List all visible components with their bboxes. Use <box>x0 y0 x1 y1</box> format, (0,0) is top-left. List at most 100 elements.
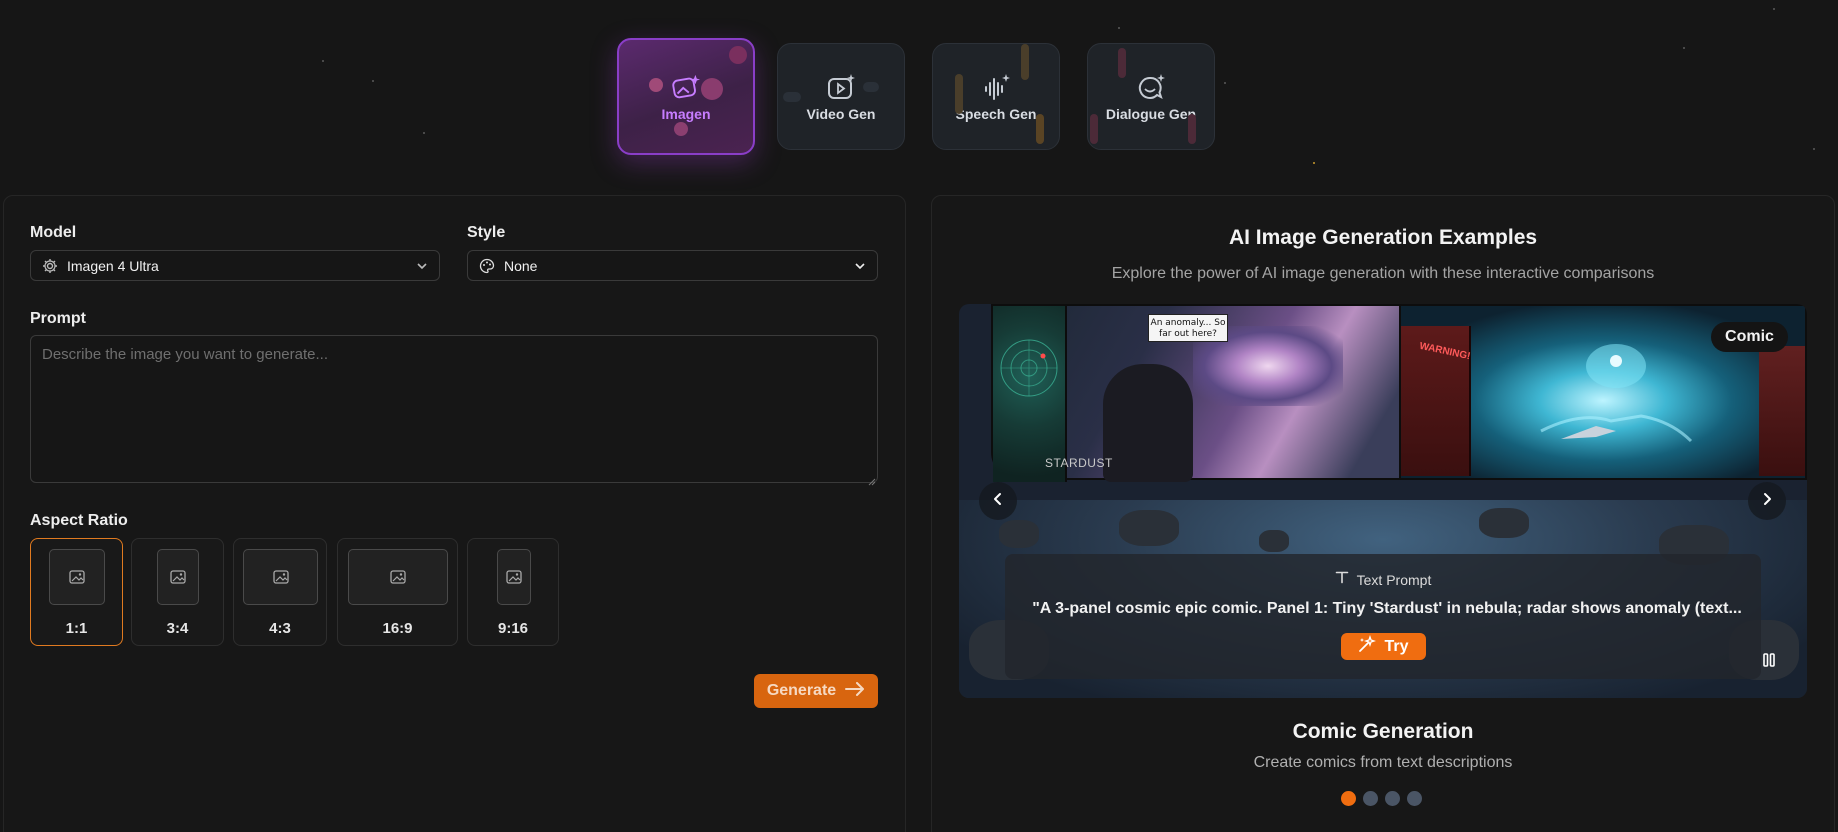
text-type-icon <box>1335 570 1349 589</box>
aspect-ratio-3-4[interactable]: 3:4 <box>131 538 224 646</box>
model-label: Model <box>30 224 77 241</box>
tab-label: Dialogue Gen <box>1105 105 1197 122</box>
aspect-ratio-1-1[interactable]: 1:1 <box>30 538 123 646</box>
text-prompt-card: Text Prompt "A 3-panel cosmic epic comic… <box>1005 554 1761 679</box>
glow-decoration <box>649 78 663 92</box>
glow-decoration <box>1021 44 1029 80</box>
prompt-input[interactable] <box>30 335 878 483</box>
audio-wave-sparkle-icon <box>981 72 1011 102</box>
glow-decoration <box>863 82 879 92</box>
asteroid <box>1479 508 1529 538</box>
aspect-ratio-label-text: 1:1 <box>65 620 88 637</box>
resize-grip-icon[interactable] <box>868 473 876 486</box>
try-label: Try <box>1384 637 1409 655</box>
slide-subtitle: Create comics from text descriptions <box>1253 754 1513 771</box>
prompt-card-header: Text Prompt <box>1005 570 1761 589</box>
model-select[interactable]: Imagen 4 Ultra <box>30 250 440 281</box>
image-placeholder-icon <box>157 549 199 605</box>
generate-button[interactable]: Generate <box>754 674 878 708</box>
example-prompt-text: "A 3-panel cosmic epic comic. Panel 1: T… <box>1032 600 1742 617</box>
creature-illustration <box>1540 344 1693 443</box>
image-placeholder-icon <box>49 549 105 605</box>
star-decoration <box>1773 8 1775 10</box>
prompt-card-heading: Text Prompt <box>1356 571 1432 588</box>
glow-decoration <box>1118 48 1126 78</box>
tab-label: Imagen <box>661 105 711 122</box>
speech-bubble: An anomaly... So far out here? <box>1148 314 1228 342</box>
aspect-ratio-label-text: 16:9 <box>382 620 413 637</box>
aspect-ratio-label-text: 3:4 <box>166 620 189 637</box>
prompt-label: Prompt <box>30 310 86 327</box>
glow-decoration <box>783 92 801 102</box>
sparkle-wand-icon <box>1358 634 1377 658</box>
pause-button[interactable] <box>1757 652 1781 672</box>
chevron-down-icon <box>853 259 867 273</box>
aspect-ratio-9-16[interactable]: 9:16 <box>467 538 559 646</box>
glow-decoration <box>674 122 688 136</box>
generate-label: Generate <box>766 682 837 699</box>
aspect-ratio-4-3[interactable]: 4:3 <box>233 538 327 646</box>
image-placeholder-icon <box>243 549 318 605</box>
pagination-dot[interactable] <box>1341 791 1356 806</box>
glow-decoration <box>1090 114 1098 144</box>
carousel-next-button[interactable] <box>1748 482 1786 520</box>
tab-speech-gen[interactable]: Speech Gen <box>932 43 1060 150</box>
chevron-down-icon <box>415 259 429 273</box>
style-value: None <box>504 257 538 274</box>
asteroid <box>1259 530 1289 552</box>
generation-form-panel <box>3 195 906 832</box>
try-button[interactable]: Try <box>1341 633 1426 660</box>
image-placeholder-icon <box>497 549 531 605</box>
examples-subtitle: Explore the power of AI image generation… <box>1111 265 1655 282</box>
aspect-ratio-label: Aspect Ratio <box>30 512 128 529</box>
style-label: Style <box>467 224 506 241</box>
tab-video-gen[interactable]: Video Gen <box>777 43 905 150</box>
tab-label: Video Gen <box>806 105 876 122</box>
glow-decoration <box>701 78 723 100</box>
star-decoration <box>423 132 425 134</box>
arrow-right-icon <box>845 681 865 701</box>
carousel-prev-button[interactable] <box>979 482 1017 520</box>
category-badge: Comic <box>1711 322 1788 352</box>
pilot-silhouette <box>1103 364 1193 482</box>
star-decoration <box>1313 162 1315 164</box>
chat-sparkle-icon <box>1136 72 1166 102</box>
star-decoration <box>372 80 374 82</box>
star-decoration <box>322 60 324 62</box>
pagination-dot[interactable] <box>1407 791 1422 806</box>
star-decoration <box>1118 27 1120 29</box>
examples-title: AI Image Generation Examples <box>1228 226 1538 249</box>
video-sparkle-icon <box>826 72 856 102</box>
glow-decoration <box>729 46 747 64</box>
star-decoration <box>1224 82 1226 84</box>
pagination-dot[interactable] <box>1385 791 1400 806</box>
comic-panel-1: An anomaly... So far out here? STARDUST <box>991 304 1401 482</box>
slide-title: Comic Generation <box>1292 720 1474 743</box>
aspect-ratio-label-text: 9:16 <box>497 620 529 637</box>
image-placeholder-icon <box>348 549 448 605</box>
carousel-pagination <box>1341 791 1422 806</box>
image-sparkle-icon <box>671 72 701 102</box>
pagination-dot[interactable] <box>1363 791 1378 806</box>
aspect-ratio-16-9[interactable]: 16:9 <box>337 538 458 646</box>
aspect-ratio-label-text: 4:3 <box>269 620 291 637</box>
style-select[interactable]: None <box>467 250 878 281</box>
glow-decoration <box>955 74 963 114</box>
model-value: Imagen 4 Ultra <box>67 257 159 274</box>
star-decoration <box>1683 47 1685 49</box>
glow-decoration <box>1036 114 1044 144</box>
pause-icon <box>1762 652 1776 673</box>
ship-name-text: STARDUST <box>1045 456 1113 470</box>
warning-console <box>1759 346 1805 476</box>
asteroid <box>1119 510 1179 546</box>
chevron-left-icon <box>992 492 1004 511</box>
tab-imagen[interactable]: Imagen <box>617 38 755 155</box>
asteroid <box>999 520 1039 548</box>
tab-dialogue-gen[interactable]: Dialogue Gen <box>1087 43 1215 150</box>
gear-icon <box>41 257 59 275</box>
palette-icon <box>478 257 496 275</box>
tab-label: Speech Gen <box>955 105 1037 122</box>
star-decoration <box>1813 148 1815 150</box>
chevron-right-icon <box>1761 492 1773 511</box>
glow-decoration <box>1188 114 1196 144</box>
